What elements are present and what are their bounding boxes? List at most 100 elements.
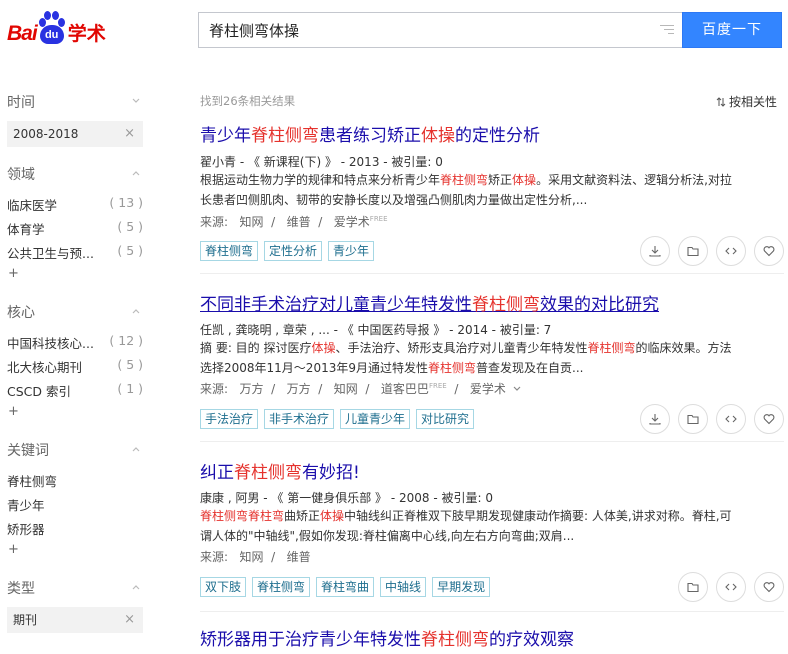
search-button[interactable]: 百度一下: [682, 12, 782, 48]
chevron-up-icon[interactable]: [132, 169, 140, 177]
core-item-name: 中国科技核心...: [7, 336, 94, 351]
chevron-up-icon[interactable]: [132, 583, 140, 591]
source-link[interactable]: 爱学术: [470, 382, 506, 396]
result-item: 纠正脊柱侧弯有妙招! 康康 , 阿男 - 《 第一健身俱乐部 》 - 2008 …: [200, 458, 784, 608]
field-item[interactable]: 公共卫生与预... ( 5 ): [7, 243, 147, 262]
result-title[interactable]: 矫形器用于治疗青少年特发性脊柱侧弯的疗效观察: [200, 625, 574, 650]
code-icon: [725, 247, 737, 255]
source-label: 来源:: [200, 382, 229, 396]
filter-chip-time[interactable]: 2008-2018 ×: [7, 121, 143, 147]
heart-icon: [763, 582, 775, 593]
core-item-name: 北大核心期刊: [7, 360, 83, 375]
field-item-count: ( 5 ): [117, 219, 143, 234]
result-sources: 来源: 知网 / 维普 / 爱学术FREE: [200, 215, 388, 229]
sort-label: 按相关性: [729, 95, 778, 109]
source-link[interactable]: 知网: [240, 215, 264, 229]
collect-button[interactable]: [678, 236, 708, 266]
field-more-button[interactable]: +: [8, 266, 19, 281]
search-input[interactable]: [199, 13, 639, 47]
collect-button[interactable]: [678, 404, 708, 434]
chevron-up-icon[interactable]: [132, 307, 140, 315]
section-time-label: 时间: [7, 95, 35, 111]
result-title[interactable]: 纠正脊柱侧弯有妙招!: [200, 458, 360, 483]
download-icon: [649, 246, 661, 257]
logo-text-xueshu: 学术: [67, 23, 106, 45]
field-item[interactable]: 临床医学 ( 13 ): [7, 195, 147, 214]
close-icon[interactable]: ×: [124, 121, 135, 147]
core-item-count: ( 1 ): [117, 381, 143, 396]
chevron-down-icon[interactable]: [132, 97, 140, 105]
keyword-tag[interactable]: 非手术治疗: [264, 409, 335, 429]
download-button[interactable]: [640, 404, 670, 434]
keyword-item[interactable]: 矫形器: [7, 519, 147, 538]
header: Bai du 学术 百度一下: [0, 0, 788, 62]
result-abstract: 根据运动生物力学的规律和特点来分析青少年脊柱侧弯矫正体操。采用文献资料法、逻辑分…: [200, 173, 732, 207]
close-icon[interactable]: ×: [124, 607, 135, 633]
menu-lines-icon[interactable]: [660, 25, 674, 35]
collect-button[interactable]: [678, 572, 708, 602]
chevron-up-icon[interactable]: [132, 445, 140, 453]
keyword-tag[interactable]: 脊柱侧弯: [200, 241, 259, 261]
keyword-tag[interactable]: 儿童青少年: [340, 409, 411, 429]
source-link[interactable]: 爱学术: [334, 215, 370, 229]
core-item-name: CSCD 索引: [7, 384, 71, 399]
divider: [200, 273, 784, 274]
source-link[interactable]: 知网: [240, 550, 264, 564]
free-badge: FREE: [428, 382, 447, 390]
divider: [200, 441, 784, 442]
paw-icon: du: [38, 10, 65, 44]
source-link[interactable]: 万方: [240, 382, 264, 396]
keyword-tag[interactable]: 脊柱弯曲: [316, 577, 375, 597]
keyword-tag[interactable]: 对比研究: [416, 409, 475, 429]
sort-by-relevance[interactable]: 按相关性: [716, 93, 777, 110]
keywords-more-button[interactable]: +: [8, 542, 19, 557]
source-link[interactable]: 万方: [287, 382, 311, 396]
like-button[interactable]: [754, 236, 784, 266]
core-more-button[interactable]: +: [8, 404, 19, 419]
keyword-item[interactable]: 青少年: [7, 495, 147, 514]
download-button[interactable]: [640, 236, 670, 266]
cite-button[interactable]: [716, 572, 746, 602]
core-item-count: ( 12 ): [109, 333, 143, 348]
chevron-down-icon[interactable]: [513, 385, 521, 393]
like-button[interactable]: [754, 404, 784, 434]
keyword-item[interactable]: 脊柱侧弯: [7, 471, 147, 490]
baidu-xueshu-logo[interactable]: Bai du 学术: [7, 8, 106, 44]
search-box: [198, 12, 682, 48]
result-title[interactable]: 不同非手术治疗对儿童青少年特发性脊柱侧弯效果的对比研究: [200, 290, 659, 315]
cite-button[interactable]: [716, 404, 746, 434]
cite-button[interactable]: [716, 236, 746, 266]
source-link[interactable]: 维普: [287, 550, 311, 564]
field-item-name: 体育学: [7, 222, 45, 237]
source-link[interactable]: 维普: [287, 215, 311, 229]
filter-chip-type[interactable]: 期刊 ×: [7, 607, 143, 633]
core-item[interactable]: 中国科技核心... ( 12 ): [7, 333, 147, 352]
core-item[interactable]: 北大核心期刊 ( 5 ): [7, 357, 147, 376]
core-item[interactable]: CSCD 索引 ( 1 ): [7, 381, 147, 400]
source-label: 来源:: [200, 215, 229, 229]
result-abstract: 脊柱侧弯脊柱弯曲矫正体操中轴线纠正脊椎双下肢早期发现健康动作摘要: 人体美,讲求…: [200, 509, 732, 543]
keyword-tag[interactable]: 早期发现: [432, 577, 491, 597]
section-core-label: 核心: [7, 305, 35, 321]
keyword-tag[interactable]: 双下肢: [200, 577, 247, 597]
keyword-tag[interactable]: 手法治疗: [200, 409, 259, 429]
like-button[interactable]: [754, 572, 784, 602]
field-item[interactable]: 体育学 ( 5 ): [7, 219, 147, 238]
folder-icon: [687, 246, 699, 257]
result-abstract: 摘 要: 目的 探讨医疗体操、手法治疗、矫形支具治疗对儿童青少年特发性脊柱侧弯的…: [200, 341, 732, 375]
free-badge: FREE: [369, 215, 388, 223]
result-meta: 翟小青 - 《 新课程(下) 》 - 2013 - 被引量: 0: [200, 155, 443, 169]
source-link[interactable]: 知网: [334, 382, 358, 396]
heart-icon: [763, 414, 775, 425]
keyword-tag[interactable]: 中轴线: [380, 577, 427, 597]
keyword-tag[interactable]: 青少年: [328, 241, 375, 261]
keyword-tag[interactable]: 定性分析: [264, 241, 323, 261]
filter-chip-type-label: 期刊: [13, 613, 38, 627]
result-sources: 来源: 万方 / 万方 / 知网 / 道客巴巴FREE / 爱学术: [200, 380, 521, 397]
sort-icon: [716, 97, 726, 107]
field-item-name: 公共卫生与预...: [7, 246, 94, 261]
source-link[interactable]: 道客巴巴: [381, 382, 429, 396]
keyword-tag[interactable]: 脊柱侧弯: [252, 577, 311, 597]
result-title[interactable]: 青少年脊柱侧弯患者练习矫正体操的定性分析: [200, 121, 540, 146]
result-meta: 任凯 , 龚晓明 , 章荣 , ... - 《 中国医药导报 》 - 2014 …: [200, 323, 552, 337]
